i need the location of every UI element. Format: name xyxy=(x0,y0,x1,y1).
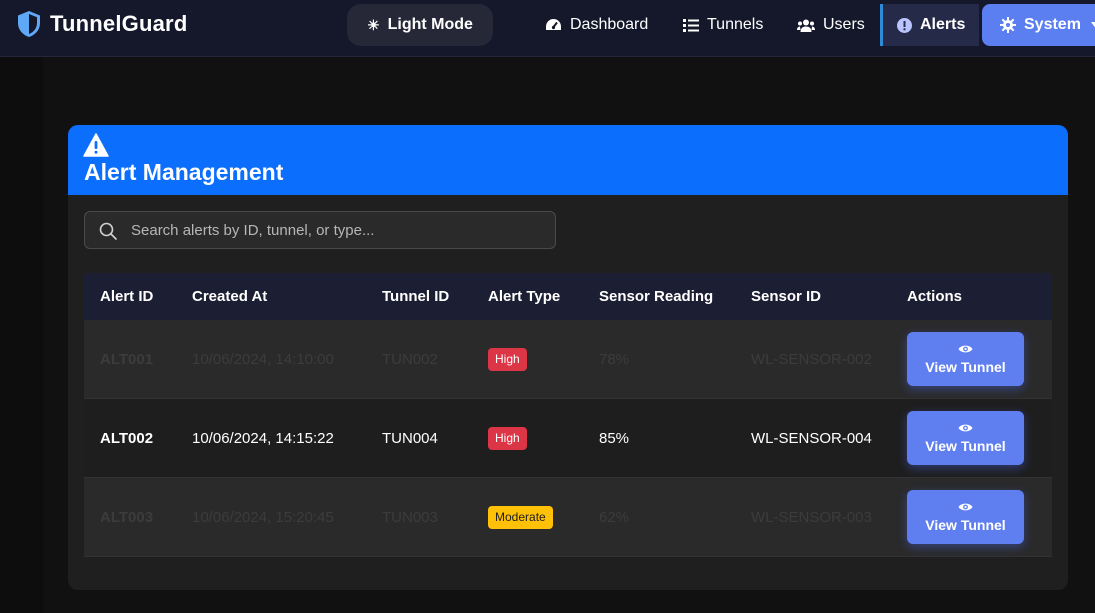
table-row: ALT002 10/06/2024, 14:15:22 TUN004 High … xyxy=(84,399,1052,478)
alert-type-badge: High xyxy=(488,426,527,450)
brand[interactable]: TunnelGuard xyxy=(16,10,187,38)
cell-created-at: 10/06/2024, 14:10:00 xyxy=(192,350,334,368)
view-tunnel-button[interactable]: View Tunnel xyxy=(907,411,1024,465)
alert-type-badge: High xyxy=(488,347,527,371)
light-mode-label: Light Mode xyxy=(387,16,473,33)
header-alert-id[interactable]: Alert ID xyxy=(84,288,177,305)
view-tunnel-button[interactable]: View Tunnel xyxy=(907,490,1024,544)
eye-icon xyxy=(958,345,973,352)
shield-icon xyxy=(18,11,40,37)
cell-created-at: 10/06/2024, 15:20:45 xyxy=(192,508,334,526)
alerts-table: Alert ID Created At Tunnel ID Alert Type… xyxy=(84,273,1052,557)
cell-sensor-id: WL-SENSOR-004 xyxy=(751,429,872,447)
eye-icon xyxy=(958,503,973,510)
light-mode-button[interactable]: ☀ Light Mode xyxy=(347,4,493,46)
caret-down-icon xyxy=(1090,22,1095,28)
cell-sensor-id: WL-SENSOR-003 xyxy=(751,508,872,526)
cell-tunnel-id: TUN004 xyxy=(382,429,438,447)
sun-icon: ☀ xyxy=(367,16,380,33)
search-box xyxy=(84,211,556,249)
warning-triangle-icon xyxy=(83,133,109,157)
nav-users[interactable]: Users xyxy=(797,4,865,46)
cell-tunnel-id: TUN002 xyxy=(382,350,438,368)
cell-alert-id: ALT001 xyxy=(100,350,154,368)
alert-management-card: Alert Management Alert ID Created At Tun… xyxy=(68,125,1068,590)
page-title: Alert Management xyxy=(84,159,284,185)
gauge-icon xyxy=(545,18,562,32)
search-icon xyxy=(99,222,117,240)
nav-alerts-label: Alerts xyxy=(920,16,966,33)
card-header: Alert Management xyxy=(68,125,1068,195)
top-navbar: TunnelGuard ☀ Light Mode Dashboard Tunne… xyxy=(0,0,1095,57)
view-tunnel-button[interactable]: View Tunnel xyxy=(907,332,1024,386)
search-input[interactable] xyxy=(131,212,551,248)
exclamation-circle-icon xyxy=(897,17,912,33)
header-created-at[interactable]: Created At xyxy=(177,288,367,305)
header-sensor-id[interactable]: Sensor ID xyxy=(736,288,896,305)
header-tunnel-id[interactable]: Tunnel ID xyxy=(367,288,473,305)
header-alert-type[interactable]: Alert Type xyxy=(473,288,584,305)
view-tunnel-label: View Tunnel xyxy=(925,516,1006,533)
cell-sensor-id: WL-SENSOR-002 xyxy=(751,350,872,368)
alert-type-badge: Moderate xyxy=(488,505,553,529)
table-row: ALT003 10/06/2024, 15:20:45 TUN003 Moder… xyxy=(84,478,1052,557)
table-header: Alert ID Created At Tunnel ID Alert Type… xyxy=(84,273,1052,320)
nav-dashboard-label: Dashboard xyxy=(570,16,649,33)
cell-sensor-reading: 78% xyxy=(599,350,630,368)
nav-alerts[interactable]: Alerts xyxy=(880,4,979,46)
list-icon xyxy=(683,18,699,32)
sidebar-gutter xyxy=(0,57,43,613)
cell-sensor-reading: 85% xyxy=(599,429,630,447)
view-tunnel-label: View Tunnel xyxy=(925,437,1006,454)
header-actions: Actions xyxy=(907,288,963,305)
view-tunnel-label: View Tunnel xyxy=(925,358,1006,375)
nav-dashboard[interactable]: Dashboard xyxy=(545,4,648,46)
brand-name: TunnelGuard xyxy=(50,11,188,36)
gear-icon xyxy=(1000,17,1016,33)
cell-alert-id: ALT003 xyxy=(100,508,154,526)
nav-system-label: System xyxy=(1024,16,1081,33)
users-icon xyxy=(797,19,815,32)
nav-tunnels[interactable]: Tunnels xyxy=(683,4,763,46)
table-row: ALT001 10/06/2024, 14:10:00 TUN002 High … xyxy=(84,320,1052,399)
nav-tunnels-label: Tunnels xyxy=(707,16,764,33)
cell-created-at: 10/06/2024, 14:15:22 xyxy=(192,429,334,447)
cell-sensor-reading: 62% xyxy=(599,508,630,526)
nav-system-dropdown[interactable]: System xyxy=(982,4,1095,46)
header-sensor-reading[interactable]: Sensor Reading xyxy=(584,288,736,305)
cell-tunnel-id: TUN003 xyxy=(382,508,438,526)
nav-users-label: Users xyxy=(823,16,865,33)
cell-alert-id: ALT002 xyxy=(100,429,154,447)
eye-icon xyxy=(958,424,973,431)
